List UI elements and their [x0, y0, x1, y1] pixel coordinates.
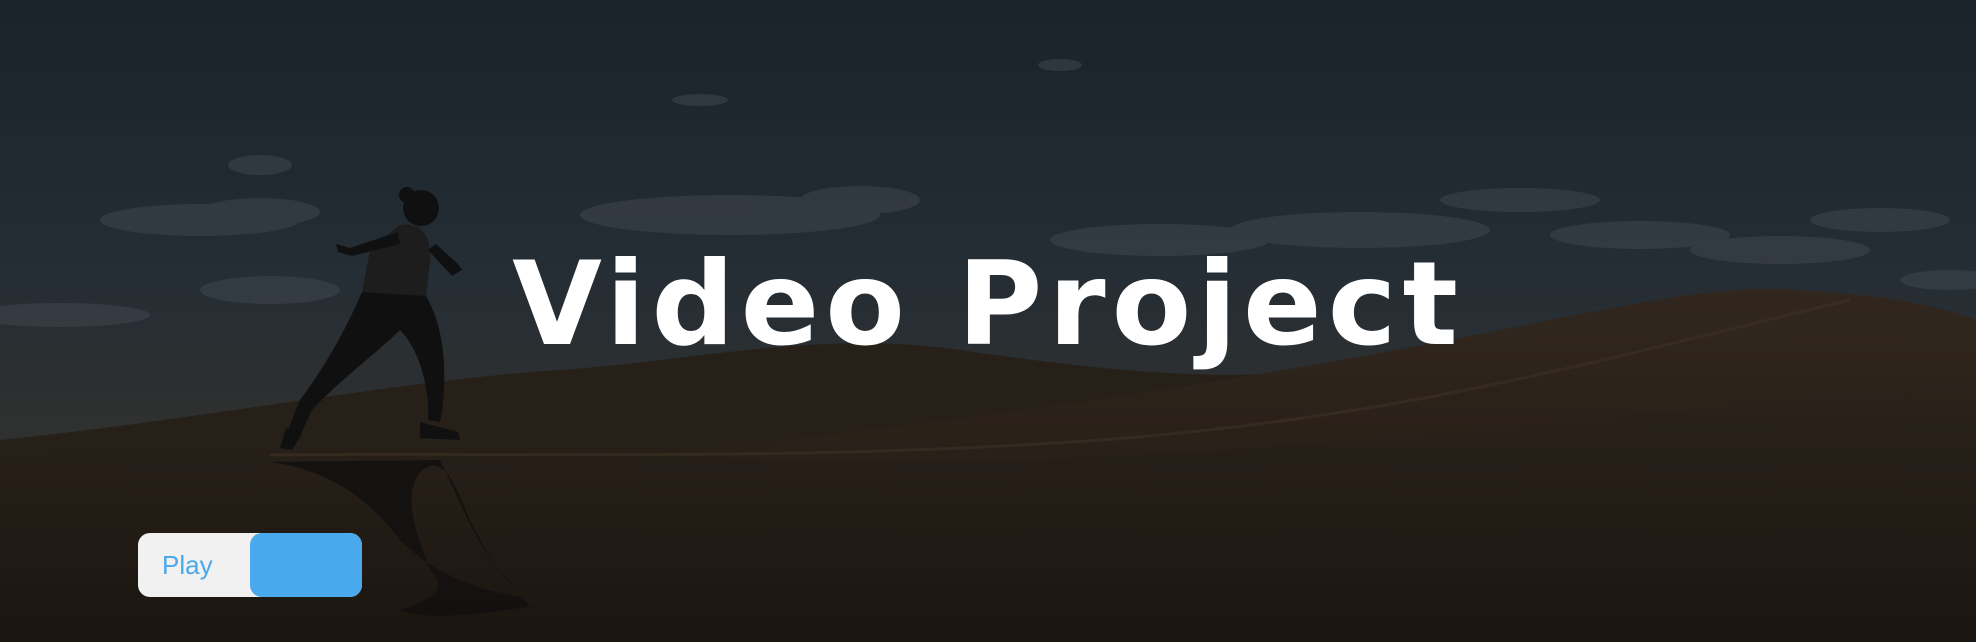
- play-toggle-label: Play: [162, 550, 213, 580]
- video-hero: Video Project Play: [0, 0, 1976, 642]
- play-toggle-knob[interactable]: [250, 533, 362, 597]
- play-toggle[interactable]: Play: [138, 533, 362, 597]
- page-title: Video Project: [512, 237, 1464, 372]
